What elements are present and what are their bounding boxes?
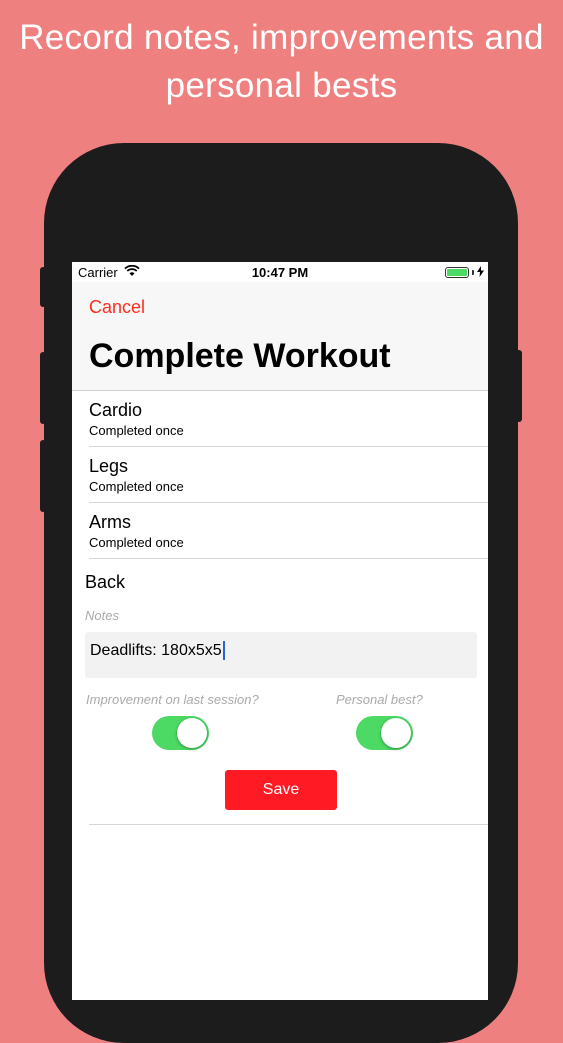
battery-level: [447, 269, 467, 276]
save-button[interactable]: Save: [225, 770, 337, 810]
phone-screen: Carrier 10:47 PM Cancel Complete Workout: [72, 262, 488, 1000]
status-bar: Carrier 10:47 PM: [72, 262, 488, 282]
phone-silent-switch: [40, 267, 46, 307]
battery-tip: [472, 270, 474, 275]
status-time: 10:47 PM: [251, 265, 309, 280]
notes-input-value: Deadlifts: 180x5x5: [90, 642, 222, 659]
headline-line-2: personal bests: [165, 66, 398, 105]
phone-power-button: [516, 350, 522, 422]
page-title: Complete Workout: [89, 337, 391, 375]
current-workout-name: Back: [85, 572, 126, 592]
workout-row-legs[interactable]: Legs Completed once: [89, 447, 488, 503]
personal-best-toggle[interactable]: [356, 716, 413, 750]
phone-volume-up: [40, 352, 46, 424]
charging-bolt-icon: [477, 265, 484, 280]
navigation-bar: Cancel Complete Workout: [72, 282, 488, 391]
improvement-label: Improvement on last session?: [86, 692, 259, 707]
divider: [89, 824, 488, 825]
workout-name: Cardio: [89, 400, 143, 420]
workout-name: Arms: [89, 512, 131, 532]
workout-status: Completed once: [89, 423, 184, 438]
improvement-toggle[interactable]: [152, 716, 209, 750]
notes-input[interactable]: Deadlifts: 180x5x5: [85, 632, 477, 678]
notes-label: Notes: [85, 608, 119, 623]
phone-volume-down: [40, 440, 46, 512]
personal-best-label: Personal best?: [336, 692, 423, 707]
workout-row-cardio[interactable]: Cardio Completed once: [89, 391, 488, 447]
marketing-headline: Record notes, improvements and personal …: [0, 14, 563, 110]
headline-line-1: Record notes, improvements and: [19, 18, 544, 57]
workout-status: Completed once: [89, 535, 184, 550]
cancel-button[interactable]: Cancel: [89, 297, 145, 318]
toggle-knob: [177, 718, 207, 748]
workout-list: Cardio Completed once Legs Completed onc…: [72, 391, 488, 559]
toggle-knob: [381, 718, 411, 748]
battery-icon: [445, 267, 469, 278]
workout-name: Legs: [89, 456, 129, 476]
text-cursor: [222, 641, 225, 661]
workout-status: Completed once: [89, 479, 184, 494]
workout-row-arms[interactable]: Arms Completed once: [89, 503, 488, 559]
